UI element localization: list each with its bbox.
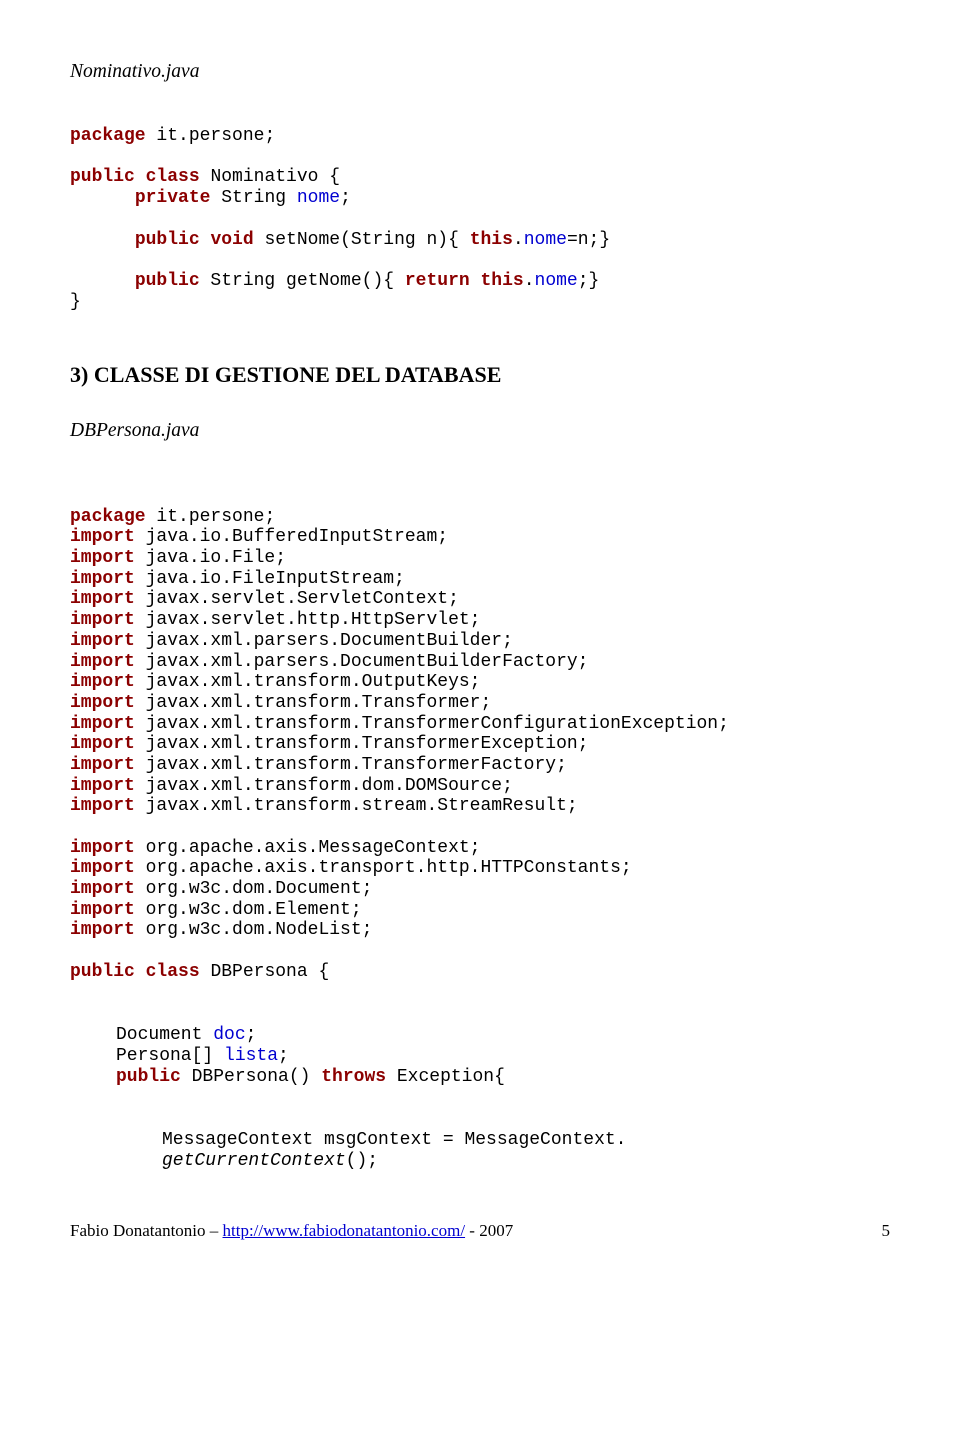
footer-link[interactable]: http://www.fabiodonatantonio.com/ xyxy=(223,1221,466,1240)
code-block-1: package it.persone; public class Nominat… xyxy=(70,105,890,312)
code-token: javax.xml.parsers.DocumentBuilder; xyxy=(135,631,513,651)
code-token: import xyxy=(70,672,135,692)
code-token: getCurrentContext xyxy=(162,1151,346,1171)
code-token: ;} xyxy=(578,271,600,291)
code-token: javax.xml.parsers.DocumentBuilderFactory… xyxy=(135,652,589,672)
code-token: MessageContext msgContext = MessageConte… xyxy=(162,1130,626,1150)
code-token: nome xyxy=(535,271,578,291)
code-token xyxy=(470,271,481,291)
code-token xyxy=(135,962,146,982)
code-body-inner: MessageContext msgContext = MessageConte… xyxy=(162,1109,890,1171)
page-footer: Fabio Donatantonio – http://www.fabiodon… xyxy=(70,1221,890,1241)
code-token: (); xyxy=(346,1151,378,1171)
code-token: import xyxy=(70,734,135,754)
code-token: ; xyxy=(340,188,351,208)
code-token: org.w3c.dom.Document; xyxy=(135,879,373,899)
code-token: import xyxy=(70,858,135,878)
code-block-2: package it.persone; import java.io.Buffe… xyxy=(70,486,890,983)
code-token: . xyxy=(513,230,524,250)
code-token: org.apache.axis.transport.http.HTTPConst… xyxy=(135,858,632,878)
code-token: import xyxy=(70,838,135,858)
file2-title: DBPersona.java xyxy=(70,419,890,442)
code-token: nome xyxy=(524,230,567,250)
code-token: nome xyxy=(297,188,340,208)
code-token: import xyxy=(70,548,135,568)
code-token: javax.xml.transform.Transformer; xyxy=(135,693,491,713)
code-token: javax.xml.transform.TransformerConfigura… xyxy=(135,714,729,734)
code-body: Document doc; Persona[] lista; public DB… xyxy=(116,1005,890,1088)
code-token xyxy=(135,167,146,187)
code-token: public xyxy=(70,167,135,187)
code-token: import xyxy=(70,631,135,651)
code-token: doc xyxy=(213,1025,245,1045)
code-token xyxy=(200,230,211,250)
code-token: java.io.File; xyxy=(135,548,286,568)
code-token: javax.xml.transform.OutputKeys; xyxy=(135,672,481,692)
code-token: java.io.BufferedInputStream; xyxy=(135,527,448,547)
footer-page-number: 5 xyxy=(882,1221,891,1241)
code-token: return xyxy=(405,271,470,291)
code-token: import xyxy=(70,569,135,589)
section-heading: 3) CLASSE DI GESTIONE DEL DATABASE xyxy=(70,362,890,388)
code-token: import xyxy=(70,920,135,940)
code-token: package xyxy=(70,507,146,527)
code-token: it.persone; xyxy=(146,126,276,146)
code-token: . xyxy=(524,271,535,291)
code-token: lista xyxy=(224,1046,278,1066)
code-token: Exception{ xyxy=(386,1067,505,1087)
code-token: import xyxy=(70,693,135,713)
code-token: private xyxy=(135,188,211,208)
code-token: Persona[] xyxy=(116,1046,224,1066)
file1-title: Nominativo.java xyxy=(70,60,890,83)
code-token: org.w3c.dom.NodeList; xyxy=(135,920,373,940)
code-token: import xyxy=(70,900,135,920)
code-token: import xyxy=(70,879,135,899)
code-token: class xyxy=(146,167,200,187)
code-token: it.persone; xyxy=(146,507,276,527)
code-token: public xyxy=(70,962,135,982)
code-token: public xyxy=(135,230,200,250)
code-token: void xyxy=(210,230,253,250)
code-token: import xyxy=(70,652,135,672)
code-token: String getNome(){ xyxy=(200,271,405,291)
code-token: } xyxy=(70,292,81,312)
code-token: =n;} xyxy=(567,230,610,250)
code-token: class xyxy=(146,962,200,982)
code-token: DBPersona { xyxy=(200,962,330,982)
code-token: import xyxy=(70,714,135,734)
code-token: import xyxy=(70,776,135,796)
code-token: setNome(String n){ xyxy=(254,230,470,250)
code-token: Document xyxy=(116,1025,213,1045)
code-token: javax.xml.transform.TransformerException… xyxy=(135,734,589,754)
code-token: public xyxy=(116,1067,181,1087)
code-token: java.io.FileInputStream; xyxy=(135,569,405,589)
code-token: org.apache.axis.MessageContext; xyxy=(135,838,481,858)
code-token: String xyxy=(210,188,296,208)
code-token: Nominativo { xyxy=(200,167,340,187)
code-token: this xyxy=(480,271,523,291)
code-token: javax.xml.transform.dom.DOMSource; xyxy=(135,776,513,796)
code-token: javax.servlet.http.HttpServlet; xyxy=(135,610,481,630)
code-token: this xyxy=(470,230,513,250)
code-token: package xyxy=(70,126,146,146)
code-token: javax.xml.transform.TransformerFactory; xyxy=(135,755,567,775)
code-token: public xyxy=(135,271,200,291)
code-token: import xyxy=(70,755,135,775)
code-token: import xyxy=(70,796,135,816)
code-token: DBPersona() xyxy=(181,1067,321,1087)
footer-author: Fabio Donatantonio – xyxy=(70,1221,223,1240)
code-token: javax.xml.transform.stream.StreamResult; xyxy=(135,796,578,816)
code-token: ; xyxy=(278,1046,289,1066)
code-token: import xyxy=(70,589,135,609)
code-token: ; xyxy=(246,1025,257,1045)
code-token: throws xyxy=(321,1067,386,1087)
footer-year: - 2007 xyxy=(465,1221,513,1240)
code-token: org.w3c.dom.Element; xyxy=(135,900,362,920)
code-token: javax.servlet.ServletContext; xyxy=(135,589,459,609)
code-token: import xyxy=(70,610,135,630)
code-token: import xyxy=(70,527,135,547)
